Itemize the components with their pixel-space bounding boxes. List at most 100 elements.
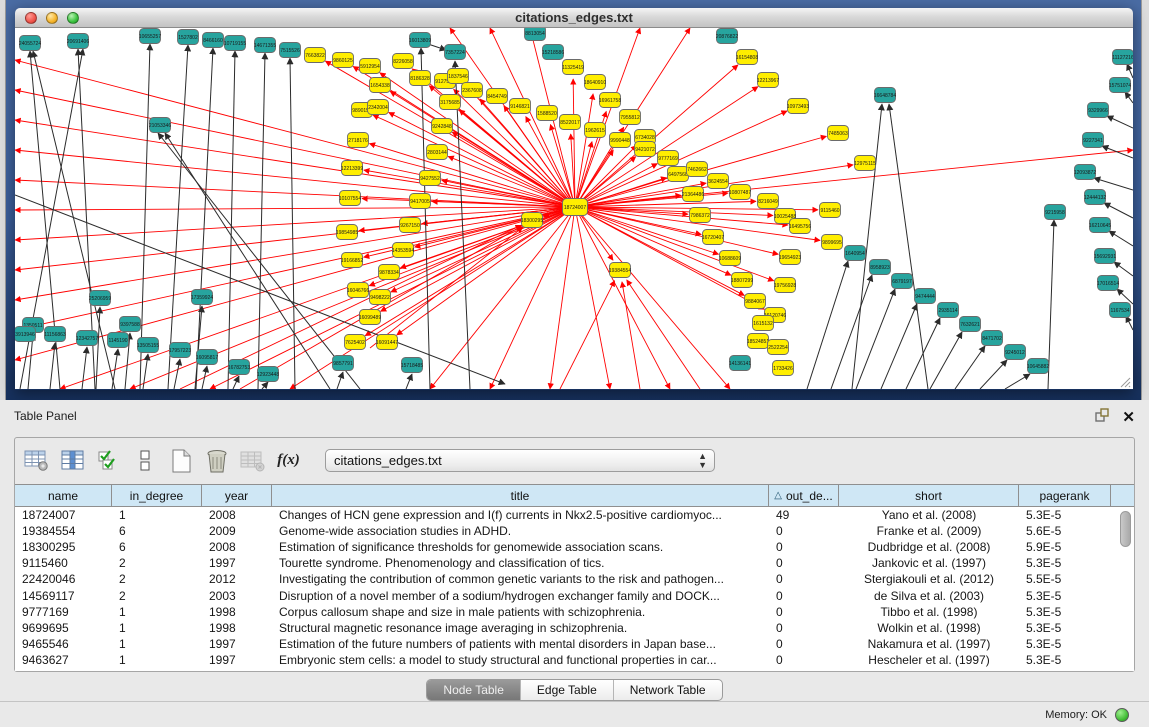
graph-node[interactable]: 12213967 xyxy=(757,73,779,88)
graph-node[interactable]: 17359924 xyxy=(191,290,213,305)
graph-edge[interactable] xyxy=(1094,178,1133,190)
graph-node[interactable]: 11156863 xyxy=(44,327,66,342)
graph-node[interactable]: 16961758 xyxy=(599,93,621,108)
graph-node[interactable]: 11127216 xyxy=(1112,50,1133,65)
graph-node[interactable]: 15218586 xyxy=(542,45,564,60)
graph-edge[interactable] xyxy=(448,156,575,207)
graph-edge[interactable] xyxy=(622,282,640,389)
table-cell[interactable]: 1998 xyxy=(202,605,272,619)
graph-edge[interactable] xyxy=(15,207,575,300)
graph-node[interactable]: 10719155 xyxy=(224,36,246,51)
table-cell[interactable]: 18724007 xyxy=(15,508,112,522)
graph-edge[interactable] xyxy=(15,207,575,240)
graph-node[interactable]: 10107554 xyxy=(339,191,361,206)
table-row[interactable]: 946362711997Embryonic stem cells: a mode… xyxy=(15,652,1134,668)
graph-node[interactable]: 18524851 xyxy=(747,334,769,349)
graph-node[interactable]: 10973493 xyxy=(787,99,809,114)
table-cell[interactable]: 2012 xyxy=(202,572,272,586)
graph-node[interactable]: 5912954 xyxy=(360,59,381,74)
graph-edge[interactable] xyxy=(526,117,575,207)
table-row[interactable]: 1830029562008Estimation of significance … xyxy=(15,539,1134,555)
graph-edge[interactable] xyxy=(452,132,575,207)
graph-node[interactable]: 1837546 xyxy=(448,69,469,84)
graph-node[interactable]: 9146821 xyxy=(510,99,531,114)
graph-node[interactable]: 14671355 xyxy=(254,38,276,53)
table-cell[interactable]: 9115460 xyxy=(15,556,112,570)
graph-edge[interactable] xyxy=(575,207,670,389)
graph-node[interactable]: 10807487 xyxy=(729,185,751,200)
graph-node[interactable]: 16046766 xyxy=(347,283,369,298)
graph-edge[interactable] xyxy=(1109,231,1133,246)
new-column-icon[interactable] xyxy=(167,447,194,474)
table-cell[interactable]: Nakamura et al. (1997) xyxy=(839,637,1019,651)
select-all-icon[interactable] xyxy=(95,447,122,474)
graph-edge[interactable] xyxy=(1104,203,1133,218)
table-cell[interactable]: 19384554 xyxy=(15,524,112,538)
graph-edge[interactable] xyxy=(421,48,430,389)
graph-node[interactable]: 9884067 xyxy=(745,294,766,309)
graph-node[interactable]: 9777169 xyxy=(658,151,679,166)
table-cell[interactable]: 1 xyxy=(112,637,202,651)
graph-node[interactable]: 17016514 xyxy=(1097,276,1119,291)
graph-node[interactable]: 8466160 xyxy=(203,33,224,48)
graph-edge[interactable] xyxy=(930,332,962,389)
float-panel-icon[interactable] xyxy=(1095,408,1110,428)
graph-node[interactable]: 7462662 xyxy=(687,162,708,177)
left-panel-edge[interactable] xyxy=(0,0,6,400)
table-cell[interactable]: 14569117 xyxy=(15,589,112,603)
graph-node[interactable]: 12213399 xyxy=(341,161,363,176)
table-cell[interactable]: 49 xyxy=(769,508,839,522)
graph-node[interactable]: 12923448 xyxy=(257,367,279,382)
graph-node[interactable]: 16720407 xyxy=(702,230,724,245)
graph-node[interactable]: 1962615 xyxy=(585,123,606,138)
graph-edge[interactable] xyxy=(575,94,593,207)
table-cell[interactable]: 1997 xyxy=(202,637,272,651)
graph-node[interactable]: 9242848 xyxy=(432,119,453,134)
graph-node[interactable]: 7632621 xyxy=(960,317,981,332)
graph-edge[interactable] xyxy=(1117,289,1133,304)
table-cell[interactable]: Yano et al. (2008) xyxy=(839,508,1019,522)
tab-network-table[interactable]: Network Table xyxy=(614,680,722,700)
graph-node[interactable]: 7625402 xyxy=(345,335,366,350)
table-cell[interactable]: 2008 xyxy=(202,540,272,554)
graph-node[interactable]: 1145190 xyxy=(108,333,129,348)
graph-node[interactable]: 10688609 xyxy=(719,251,741,266)
graph-edge[interactable] xyxy=(575,207,774,281)
table-cell[interactable]: Genome-wide association studies in ADHD. xyxy=(272,524,769,538)
graph-node[interactable]: 24055724 xyxy=(19,36,41,51)
graph-node[interactable]: 17957223 xyxy=(169,343,191,358)
graph-edge[interactable] xyxy=(15,207,575,210)
graph-node[interactable]: 7663822 xyxy=(305,48,326,63)
table-cell[interactable]: 5.3E-5 xyxy=(1019,508,1111,522)
graph-node[interactable]: 13505155 xyxy=(137,338,159,353)
window-titlebar[interactable]: citations_edges.txt xyxy=(15,8,1133,28)
graph-node[interactable]: 8522017 xyxy=(560,115,581,130)
graph-node[interactable]: 9115460 xyxy=(820,203,841,218)
graph-node[interactable]: 16099489 xyxy=(359,310,381,325)
graph-edge[interactable] xyxy=(15,150,575,207)
table-cell[interactable]: 1 xyxy=(112,621,202,635)
graph-node[interactable]: 9899695 xyxy=(822,235,843,250)
table-cell[interactable]: 22420046 xyxy=(15,572,112,586)
column-header-year[interactable]: year xyxy=(202,485,272,506)
graph-node[interactable]: 14353594 xyxy=(392,243,414,258)
graph-node[interactable]: 11325419 xyxy=(562,60,584,75)
table-scrollbar[interactable] xyxy=(1119,508,1132,669)
graph-edge[interactable] xyxy=(168,45,188,389)
table-cell[interactable]: 5.5E-5 xyxy=(1019,572,1111,586)
tab-node-table[interactable]: Node Table xyxy=(427,680,521,700)
graph-edge[interactable] xyxy=(258,53,265,389)
table-cell[interactable]: 5.3E-5 xyxy=(1019,605,1111,619)
graph-node[interactable]: 2522254 xyxy=(768,340,789,355)
table-cell[interactable]: 0 xyxy=(769,605,839,619)
graph-node[interactable]: 9990448 xyxy=(610,133,631,148)
graph-node[interactable]: 18300295 xyxy=(521,213,543,228)
graph-node[interactable]: 7986372 xyxy=(690,208,711,223)
graph-node[interactable]: 7485063 xyxy=(828,126,849,141)
import-table-icon[interactable] xyxy=(239,447,266,474)
graph-edge[interactable] xyxy=(955,346,985,389)
table-options-icon[interactable] xyxy=(23,447,50,474)
graph-edge[interactable] xyxy=(889,104,928,389)
graph-node[interactable]: 19756928 xyxy=(774,278,796,293)
graph-node[interactable]: 9417005 xyxy=(410,194,431,209)
